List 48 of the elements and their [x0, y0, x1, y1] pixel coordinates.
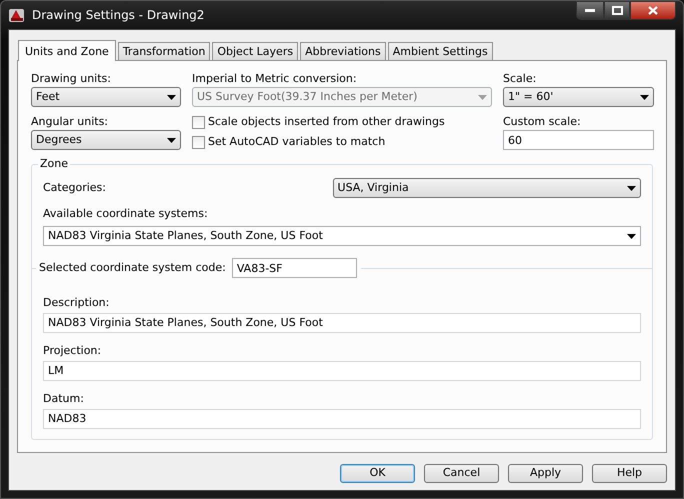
minimize-icon [585, 9, 595, 12]
dropdown[interactable]: Feet [31, 87, 181, 107]
maximize-button[interactable] [604, 1, 630, 20]
field-label: Description: [43, 295, 110, 311]
dropdown-arrow-icon [167, 138, 176, 142]
window-title: Drawing Settings - Drawing2 [32, 7, 204, 24]
tab[interactable]: Ambient Settings [388, 42, 493, 60]
dropdown-arrow-icon [640, 94, 649, 100]
minimize-button[interactable] [576, 1, 604, 20]
dropdown-arrow-icon [167, 94, 176, 100]
checkbox-label: Scale objects inserted from other drawings [208, 114, 445, 130]
dialog-button[interactable]: Help [592, 464, 667, 483]
tab[interactable]: Transformation [118, 42, 210, 60]
field-label: Imperial to Metric conversion: [192, 71, 358, 87]
close-button[interactable] [630, 1, 676, 20]
field-label: Scale: [503, 71, 538, 87]
maximize-icon [612, 6, 622, 15]
input-field[interactable]: 60 [503, 130, 654, 150]
dropdown[interactable]: 1" = 60' [503, 87, 654, 107]
field-label: Available coordinate systems: [43, 206, 209, 222]
field-label: Datum: [43, 391, 85, 407]
field-label: Custom scale: [503, 114, 582, 130]
read-only-field: NAD83 [43, 409, 641, 429]
dropdown-arrow-icon [478, 94, 487, 100]
checkbox[interactable] [192, 116, 205, 128]
dropdown[interactable]: Degrees [31, 130, 181, 150]
input-field[interactable]: VA83-SF [232, 258, 357, 278]
field-label: Selected coordinate system code: [39, 260, 226, 276]
close-icon [648, 6, 658, 15]
read-only-field: NAD83 Virginia State Planes, South Zone, US Foot [43, 313, 641, 333]
read-only-field: LM [43, 361, 641, 381]
dropdown[interactable]: USA, Virginia [332, 178, 641, 198]
field-label: Categories: [43, 180, 107, 196]
tab[interactable]: Abbreviations [300, 42, 386, 60]
tab[interactable]: Units and Zone [18, 40, 116, 61]
dialog-button[interactable]: Apply [508, 464, 583, 483]
dialog-button[interactable]: OK [340, 464, 415, 483]
checkbox[interactable] [192, 136, 205, 148]
field-label: Drawing units: [31, 71, 112, 87]
dropdown-arrow-icon [627, 186, 636, 190]
field-label: Angular units: [31, 114, 110, 130]
checkbox-label: Set AutoCAD variables to match [208, 134, 386, 150]
dropdown-arrow-icon [627, 234, 636, 238]
app-icon [8, 6, 26, 24]
field-label: Projection: [43, 343, 102, 359]
tab[interactable]: Object Layers [212, 42, 298, 60]
dropdown[interactable]: NAD83 Virginia State Planes, South Zone, US Foot [43, 226, 641, 246]
dialog-button[interactable]: Cancel [424, 464, 499, 483]
